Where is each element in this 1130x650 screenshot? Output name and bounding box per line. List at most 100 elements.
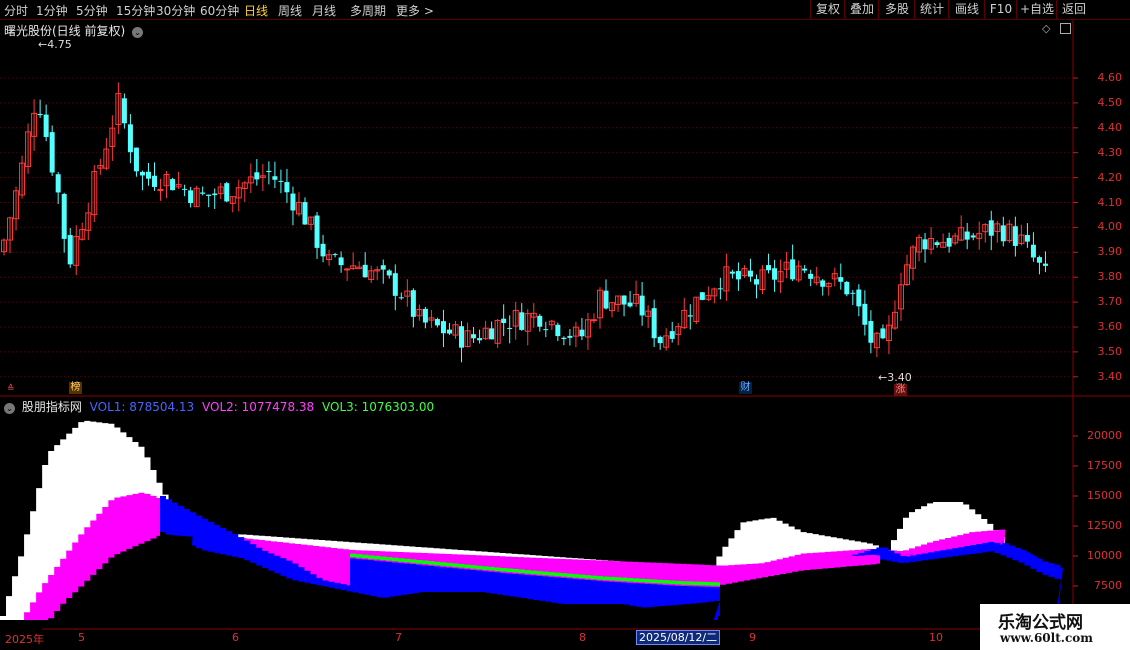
candle-body (440, 321, 446, 334)
candle-body (139, 171, 145, 176)
price-tick-label: 3.90 (1097, 245, 1123, 259)
candle-body (669, 331, 675, 339)
candle-body (880, 328, 886, 339)
candle-body (507, 327, 513, 329)
candle-body (820, 280, 826, 287)
toolbar-button-0[interactable]: 复权 (810, 0, 845, 19)
price-tick-label: 4.60 (1097, 71, 1123, 84)
candle-body (627, 302, 633, 307)
price-tick-label: 3.80 (1097, 270, 1123, 284)
limit-up-badge[interactable]: 涨 (894, 384, 907, 396)
toolbar-button-3[interactable]: 统计 (914, 0, 949, 19)
date-axis-label: 8 (579, 631, 586, 644)
toolbar-button-2[interactable]: 多股 (878, 0, 915, 19)
price-tick-label: 3.40 (1097, 369, 1123, 383)
candle-body (808, 273, 814, 279)
date-axis-label: 6 (232, 631, 239, 644)
volume-header: ⌄ 股朋指标网 VOL1: 878504.13 VOL2: 1077478.38… (4, 398, 434, 415)
candle-body (1024, 235, 1030, 242)
period-tab-2[interactable]: 5分钟 (76, 2, 108, 19)
candle-body (651, 308, 657, 339)
period-tab-7[interactable]: 周线 (278, 2, 302, 19)
vol3-value: VOL3: 1076303.00 (322, 400, 435, 414)
toolbar-button-5[interactable]: F10 (984, 0, 1017, 19)
candle-body (561, 337, 567, 340)
candle-body (754, 279, 759, 285)
panel-toggle-icon[interactable] (1060, 23, 1071, 34)
candle-body (224, 183, 230, 202)
finance-badge[interactable]: 财 (739, 382, 752, 394)
candle-body (290, 193, 296, 211)
candle-body (344, 268, 351, 271)
vol1-value: VOL1: 878504.13 (89, 400, 195, 414)
candle-body (856, 289, 862, 307)
rank-badge[interactable]: 榜 (69, 382, 82, 394)
toolbar-button-1[interactable]: 叠加 (844, 0, 879, 19)
period-tab-9[interactable]: 多周期 (350, 2, 386, 19)
candle-body (1030, 244, 1036, 258)
candle-body (121, 98, 127, 124)
candle-body (182, 188, 188, 190)
candle-body (970, 235, 976, 238)
candle-body (362, 264, 368, 278)
candle-body (519, 312, 525, 330)
period-tab-8[interactable]: 月线 (312, 2, 336, 19)
chevron-down-icon[interactable]: ⌄ (4, 403, 15, 414)
candle-body (868, 321, 874, 343)
date-axis-label: 7 (395, 631, 402, 644)
period-tab-6[interactable]: 日线 (244, 2, 268, 19)
candle-body (687, 315, 693, 317)
candle-body (278, 180, 284, 182)
price-tick-label: 4.50 (1097, 95, 1123, 109)
candle-body (37, 113, 43, 116)
arrow-left-icon: ← (878, 371, 888, 384)
candle-body (1036, 257, 1042, 263)
candle-body (543, 329, 549, 331)
candle-body (434, 319, 440, 326)
period-tab-10[interactable]: 更多 > (396, 2, 434, 19)
diamond-icon[interactable]: ◇ (1042, 22, 1050, 35)
volume-tick-label: 7500 (1094, 579, 1122, 592)
candle-body (320, 243, 326, 257)
candle-body (422, 308, 428, 323)
chart-area[interactable] (0, 20, 1130, 630)
period-tab-1[interactable]: 1分钟 (36, 2, 68, 19)
candle-body (61, 193, 67, 239)
toolbar-button-6[interactable]: +自选 (1016, 0, 1057, 19)
up-arrow-icon: ≙ (7, 384, 15, 394)
candle-body (43, 114, 49, 137)
vol2-value: VOL2: 1077478.38 (202, 400, 315, 414)
period-tab-4[interactable]: 30分钟 (156, 2, 195, 19)
candle-body (133, 147, 139, 172)
watermark-title: 乐淘公式网 (998, 613, 1083, 633)
volume-tick-label: 17500 (1087, 459, 1122, 472)
candle-body (699, 292, 705, 300)
candle-body (55, 174, 61, 193)
candle-body (188, 190, 194, 204)
candle-body (49, 132, 55, 173)
candle-body (459, 326, 465, 348)
toolbar-button-4[interactable]: 画线 (948, 0, 985, 19)
candle-body (392, 273, 398, 296)
period-tab-3[interactable]: 15分钟 (116, 2, 155, 19)
candle-body (206, 194, 212, 196)
stock-title-text: 曙光股份(日线 前复权) (4, 24, 126, 38)
candle-body (802, 268, 808, 271)
period-tab-0[interactable]: 分时 (4, 2, 28, 19)
period-toolbar: 分时 1分钟 5分钟 15分钟 30分钟 60分钟 日线 周线 月线 多周期 更多 > 复权 叠加 多股统… (0, 0, 1130, 20)
candle-body (212, 193, 218, 196)
toolbar-button-7[interactable]: 返回 (1056, 0, 1091, 19)
candle-body (844, 281, 850, 295)
chevron-down-icon[interactable]: ⌄ (132, 27, 144, 38)
candle-body (988, 220, 994, 236)
period-tab-5[interactable]: 60分钟 (200, 2, 239, 19)
candle-body (446, 329, 452, 334)
candle-body (127, 124, 133, 153)
price-tick-label: 3.50 (1097, 344, 1123, 358)
candle-body (1012, 226, 1018, 246)
candle-body (200, 192, 206, 194)
candle-body (145, 171, 151, 179)
indicator-name: 股朋指标网 (21, 400, 82, 414)
candle-body (946, 237, 952, 247)
candle-body (254, 172, 260, 180)
